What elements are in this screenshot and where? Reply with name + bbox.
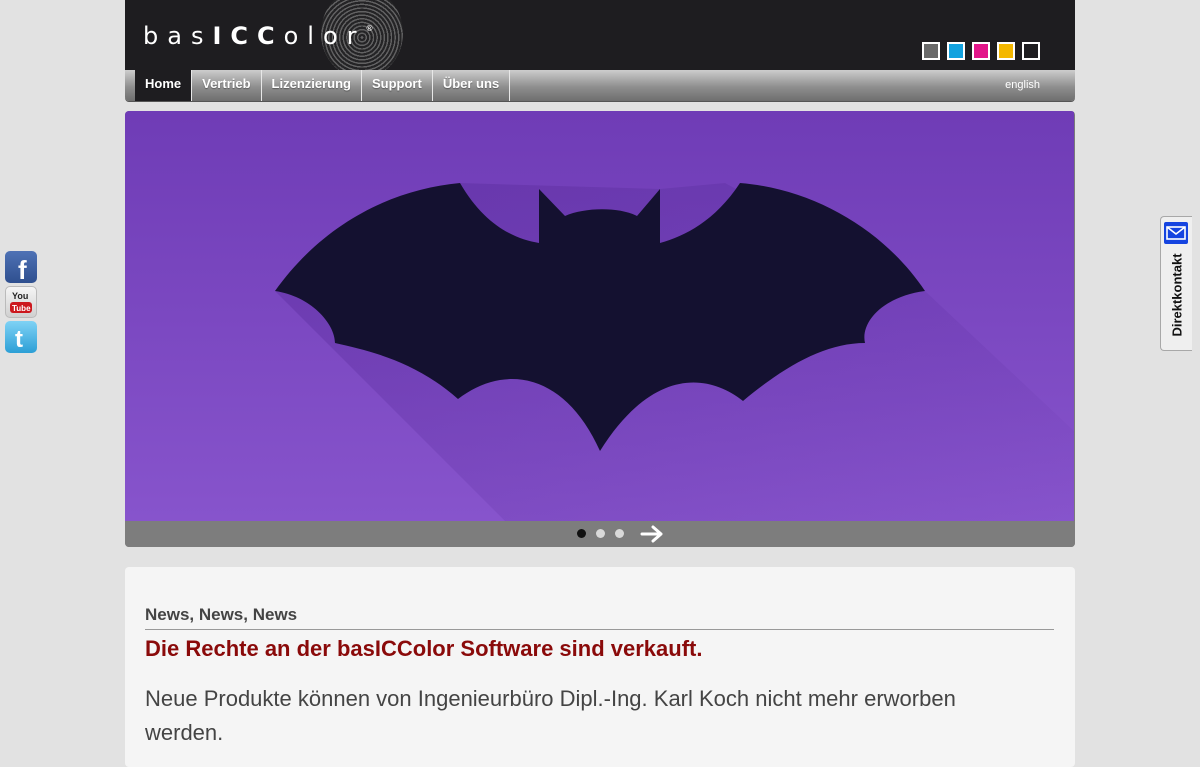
svg-text:t: t	[15, 326, 23, 353]
swatch-magenta[interactable]	[972, 42, 990, 60]
site-header: basICColor®	[125, 0, 1075, 70]
news-section: News, News, News Die Rechte an der basIC…	[125, 567, 1075, 767]
nav-home[interactable]: Home	[135, 70, 193, 101]
svg-text:Tube: Tube	[12, 304, 31, 313]
color-swatches	[922, 42, 1040, 60]
slider-controls	[125, 521, 1075, 547]
news-heading: News, News, News	[145, 605, 1054, 630]
facebook-icon[interactable]: f	[5, 251, 37, 285]
direct-contact-tab[interactable]: Direktkontakt	[1160, 216, 1192, 351]
nav-vertrieb[interactable]: Vertrieb	[192, 70, 262, 101]
slide-dot-3[interactable]	[615, 529, 624, 538]
news-headline: Die Rechte an der basICColor Software si…	[145, 636, 703, 661]
arrow-right-icon[interactable]	[639, 524, 665, 544]
youtube-icon[interactable]: You Tube	[5, 286, 37, 318]
swatch-gray[interactable]	[922, 42, 940, 60]
nav-support[interactable]: Support	[362, 70, 433, 101]
slide-image	[125, 111, 1074, 521]
svg-text:f: f	[18, 255, 27, 283]
language-switch[interactable]: english	[1005, 79, 1040, 91]
main-nav: Home Vertrieb Lizenzierung Support Über …	[125, 70, 1075, 101]
logo-part-1: bas	[143, 22, 213, 50]
nav-ueber-uns[interactable]: Über uns	[433, 70, 511, 101]
swatch-yellow[interactable]	[997, 42, 1015, 60]
swatch-cyan[interactable]	[947, 42, 965, 60]
swatch-black[interactable]	[1022, 42, 1040, 60]
slide-dot-1[interactable]	[577, 529, 586, 538]
twitter-icon[interactable]: t	[5, 321, 37, 353]
logo-part-3: olor	[283, 22, 366, 50]
direct-contact-label: Direktkontakt	[1169, 253, 1185, 337]
nav-lizenzierung[interactable]: Lizenzierung	[262, 70, 362, 101]
bat-silhouette-icon	[275, 183, 1074, 521]
logo-part-2: ICC	[212, 22, 284, 50]
logo-registered-mark: ®	[365, 24, 374, 33]
image-slider	[125, 111, 1075, 547]
mail-icon	[1164, 222, 1188, 244]
svg-text:You: You	[12, 291, 28, 301]
slide-dot-2[interactable]	[596, 529, 605, 538]
site-logo[interactable]: basICColor®	[143, 22, 374, 50]
